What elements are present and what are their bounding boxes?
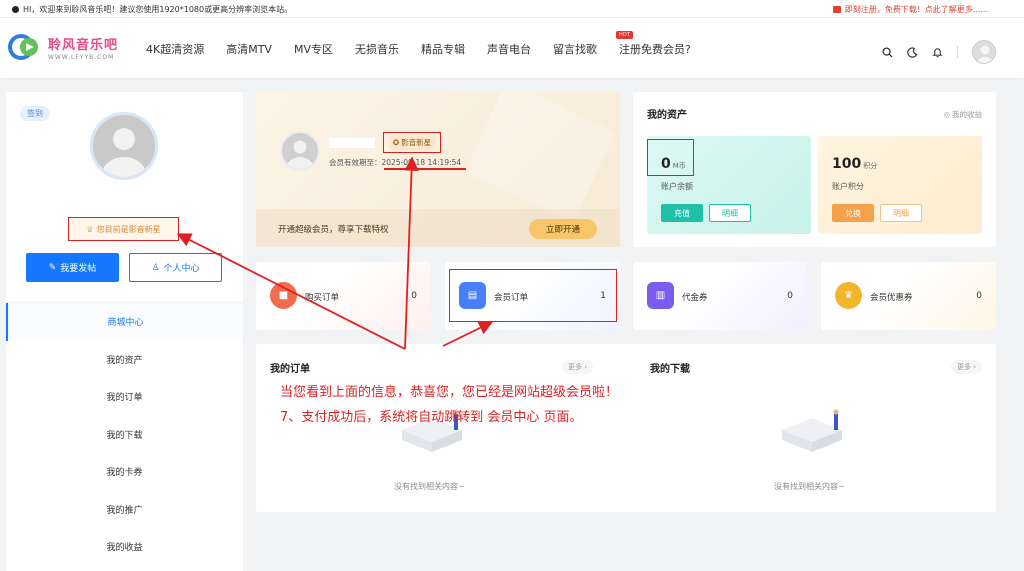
nav-item-request[interactable]: 留言找歌 <box>553 41 597 57</box>
open-vip-button[interactable]: 立即开通 <box>529 219 597 239</box>
assets-panel: 我的资产 ◎ 我的收益 0 M币 账户余额 充值 明细 100 积分 账户积分 兑换 … <box>633 92 996 247</box>
site-logo[interactable]: 聆风音乐吧 WWW.LFYYB.COM <box>8 32 118 62</box>
membership-card: ✪ 影音新星 会员有效期至：2025-09-18 14:19:54 开通超级会员，… <box>256 92 620 247</box>
sidebar-menu: 商城中心 我的资产 我的订单 我的下载 我的卡券 我的推广 我的收益 <box>6 302 243 566</box>
new-post-button[interactable]: ✎ 我要发帖 <box>26 253 119 282</box>
purchase-orders-card[interactable]: ■ 购买订单 0 <box>256 262 431 330</box>
exchange-button[interactable]: 兑换 <box>832 204 874 222</box>
member-badge: ✪ 影音新星 <box>383 132 441 153</box>
recharge-button[interactable]: 充值 <box>661 204 703 222</box>
main-nav: 4K超清资源 高清MTV MV专区 无损音乐 精品专辑 声音电台 留言找歌 注册… <box>146 41 713 57</box>
hot-badge: HOT <box>616 31 633 39</box>
coin-balance-box: 0 M币 账户余额 充值 明细 <box>647 136 811 234</box>
points-detail-button[interactable]: 明细 <box>880 204 922 222</box>
nav-item-mv[interactable]: MV专区 <box>294 41 333 57</box>
nav-item-register[interactable]: 注册免费会员? <box>619 41 691 57</box>
dark-mode-icon[interactable] <box>907 46 918 58</box>
coin-value: 0 <box>661 156 671 172</box>
sidebar-item-coupons[interactable]: 我的卡券 <box>6 453 243 491</box>
signin-button[interactable]: 签到 <box>20 106 50 121</box>
register-promo-link[interactable]: 即刻注册，免费下载！点此了解更多...... <box>832 4 988 15</box>
income-link[interactable]: ◎ 我的收益 <box>943 109 982 120</box>
ticket-icon: ▥ <box>647 282 674 309</box>
order-icon: ▤ <box>459 282 486 309</box>
nav-item-albums[interactable]: 精品专辑 <box>421 41 465 57</box>
logo-icon <box>8 32 44 62</box>
nav-item-mtv[interactable]: 高清MTV <box>226 41 272 57</box>
gift-icon <box>832 6 841 13</box>
assets-title: 我的资产 <box>647 110 687 121</box>
empty-box-icon <box>782 409 842 452</box>
edit-icon: ✎ <box>48 262 57 273</box>
bell-icon <box>12 6 19 13</box>
site-header: 聆风音乐吧 WWW.LFYYB.COM 4K超清资源 高清MTV MV专区 无损… <box>0 18 1024 78</box>
search-icon[interactable] <box>882 46 893 58</box>
header-divider <box>957 46 958 58</box>
bell-icon[interactable] <box>932 47 943 58</box>
crown-icon: ♕ <box>86 224 94 234</box>
expire-info: 会员有效期至：2025-09-18 14:19:54 <box>329 158 462 167</box>
nav-item-4k[interactable]: 4K超清资源 <box>146 41 204 57</box>
bag-icon: ■ <box>270 282 297 309</box>
member-orders-card[interactable]: ▤ 会员订单 1 <box>445 262 620 330</box>
notice-text: HI，欢迎来到聆风音乐吧！建议您使用1920*1080或更高分辨率浏览本站。 <box>23 5 293 14</box>
user-avatar[interactable] <box>972 40 996 64</box>
vip-promo-text: 开通超级会员，尊享下载特权 <box>278 225 389 235</box>
expire-date: 2025-09-18 14:19:54 <box>381 158 462 167</box>
orders-more-button[interactable]: 更多 › <box>562 360 594 374</box>
annotation-line-2: 7、支付成功后，系统将自动跳转到 会员中心 页面。 <box>280 410 583 425</box>
sidebar-item-promotion[interactable]: 我的推广 <box>6 491 243 529</box>
sidebar-item-orders[interactable]: 我的订单 <box>6 378 243 416</box>
orders-empty-text: 没有找到相关内容~ <box>394 482 465 491</box>
downloads-more-button[interactable]: 更多 › <box>950 360 982 374</box>
notice-bar: HI，欢迎来到聆风音乐吧！建议您使用1920*1080或更高分辨率浏览本站。 即… <box>0 0 1024 18</box>
sidebar-item-shop[interactable]: 商城中心 <box>6 303 243 341</box>
sidebar-item-downloads[interactable]: 我的下载 <box>6 416 243 454</box>
star-icon: ✪ <box>392 138 400 147</box>
nav-item-lossless[interactable]: 无损音乐 <box>355 41 399 57</box>
user-icon: ♙ <box>151 262 160 273</box>
member-level-badge: ♕ 您目前是影音新星 <box>68 217 179 241</box>
profile-avatar[interactable] <box>90 112 158 180</box>
user-sidebar: 签到 ♕ 您目前是影音新星 ✎ 我要发帖 ♙ 个人中心 商城中心 我的资产 我的订单… <box>6 92 243 571</box>
user-center-button[interactable]: ♙ 个人中心 <box>129 253 222 282</box>
orders-downloads-panel: 我的订单 更多 › 我的下载 更多 › 没有找到相关内容~ 没有找到相关内容~ <box>256 344 996 512</box>
nav-item-radio[interactable]: 声音电台 <box>487 41 531 57</box>
member-coupons-card[interactable]: ♛ 会员优惠券 0 <box>821 262 996 330</box>
sidebar-item-income[interactable]: 我的收益 <box>6 528 243 566</box>
member-name-redacted <box>329 138 375 148</box>
points-value: 100 <box>832 156 862 172</box>
coin-detail-button[interactable]: 明细 <box>709 204 751 222</box>
sidebar-item-assets[interactable]: 我的资产 <box>6 341 243 379</box>
member-avatar <box>280 131 320 171</box>
points-box: 100 积分 账户积分 兑换 明细 <box>818 136 982 234</box>
crown-icon: ♛ <box>835 282 862 309</box>
downloads-empty-text: 没有找到相关内容~ <box>774 482 845 491</box>
check-circle-icon: ◎ <box>943 110 950 119</box>
downloads-title: 我的下载 <box>650 364 690 375</box>
orders-title: 我的订单 <box>270 364 310 375</box>
vouchers-card[interactable]: ▥ 代金券 0 <box>633 262 807 330</box>
annotation-line-1: 当您看到上面的信息，恭喜您，您已经是网站超级会员啦！ <box>280 385 619 400</box>
